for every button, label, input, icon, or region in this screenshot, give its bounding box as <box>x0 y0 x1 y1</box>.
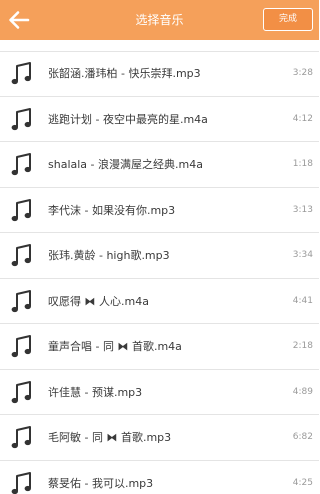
music-note-icon <box>11 334 33 360</box>
song-name: 毛阿敏 - 同 ⧓ 首歌.mp3 <box>48 431 172 444</box>
song-duration: 1:18 <box>292 159 313 169</box>
song-duration: 3:34 <box>292 250 313 260</box>
list-item[interactable]: 张玮.黄龄 - high歌.mp3 3:34 <box>0 233 319 279</box>
song-name: 李代沫 - 如果没有你.mp3 <box>48 203 176 217</box>
song-list: 张韶涵.潘玮柏 - 快乐崇拜.mp3 3:28 逃跑计划 - 夜空中最亮的星.m… <box>0 51 319 494</box>
song-name: 逃跑计划 - 夜空中最亮的星.m4a <box>48 112 208 126</box>
list-item[interactable]: 张韶涵.潘玮柏 - 快乐崇拜.mp3 3:28 <box>0 51 319 97</box>
music-note-icon <box>11 152 33 178</box>
song-duration: 2:18 <box>292 341 313 351</box>
song-duration: 4:12 <box>292 113 313 124</box>
music-note-icon <box>11 107 33 133</box>
list-item[interactable]: 李代沫 - 如果没有你.mp3 3:13 <box>0 188 319 233</box>
list-item[interactable]: 叹愿得 ⧓ 人心.m4a 4:41 <box>0 279 319 324</box>
list-item[interactable]: shalala - 浪漫满屋之经典.m4a 1:18 <box>0 142 319 188</box>
song-name: 张韶涵.潘玮柏 - 快乐崇拜.mp3 <box>48 67 201 80</box>
list-item[interactable]: 蔡旻佑 - 我可以.mp3 4:25 <box>0 461 319 494</box>
song-name: 蔡旻佑 - 我可以.mp3 <box>48 476 154 490</box>
music-note-icon <box>11 198 33 224</box>
song-name: 叹愿得 ⧓ 人心.m4a <box>48 294 149 308</box>
song-duration: 3:28 <box>292 68 313 78</box>
list-item[interactable]: 童声合唱 - 同 ⧓ 首歌.m4a 2:18 <box>0 324 319 370</box>
song-duration: 4:89 <box>292 386 313 397</box>
music-note-icon <box>11 380 33 406</box>
song-duration: 3:13 <box>292 204 313 215</box>
music-note-icon <box>11 61 33 87</box>
done-button[interactable]: 完成 <box>263 8 313 31</box>
song-name: 许佳慧 - 预谋.mp3 <box>48 385 143 399</box>
song-duration: 4:25 <box>292 477 313 488</box>
music-note-icon <box>11 425 33 451</box>
list-item[interactable]: 许佳慧 - 预谋.mp3 4:89 <box>0 370 319 415</box>
top-bar: 选择音乐 完成 <box>0 0 319 40</box>
list-item[interactable]: 逃跑计划 - 夜空中最亮的星.m4a 4:12 <box>0 97 319 142</box>
music-note-icon <box>11 289 33 315</box>
list-item[interactable]: 毛阿敏 - 同 ⧓ 首歌.mp3 6:82 <box>0 415 319 461</box>
song-duration: 6:82 <box>292 432 313 442</box>
arrow-left-icon[interactable] <box>6 7 32 33</box>
music-note-icon <box>11 471 33 494</box>
song-name: 童声合唱 - 同 ⧓ 首歌.m4a <box>48 340 182 353</box>
music-picker-screen: 选择音乐 完成 张韶涵.潘玮柏 - 快乐崇拜.mp3 3:28 逃跑计划 - 夜… <box>0 0 319 494</box>
song-name: shalala - 浪漫满屋之经典.m4a <box>48 158 203 171</box>
music-note-icon <box>11 243 33 269</box>
song-duration: 4:41 <box>292 295 313 306</box>
song-name: 张玮.黄龄 - high歌.mp3 <box>48 249 170 262</box>
